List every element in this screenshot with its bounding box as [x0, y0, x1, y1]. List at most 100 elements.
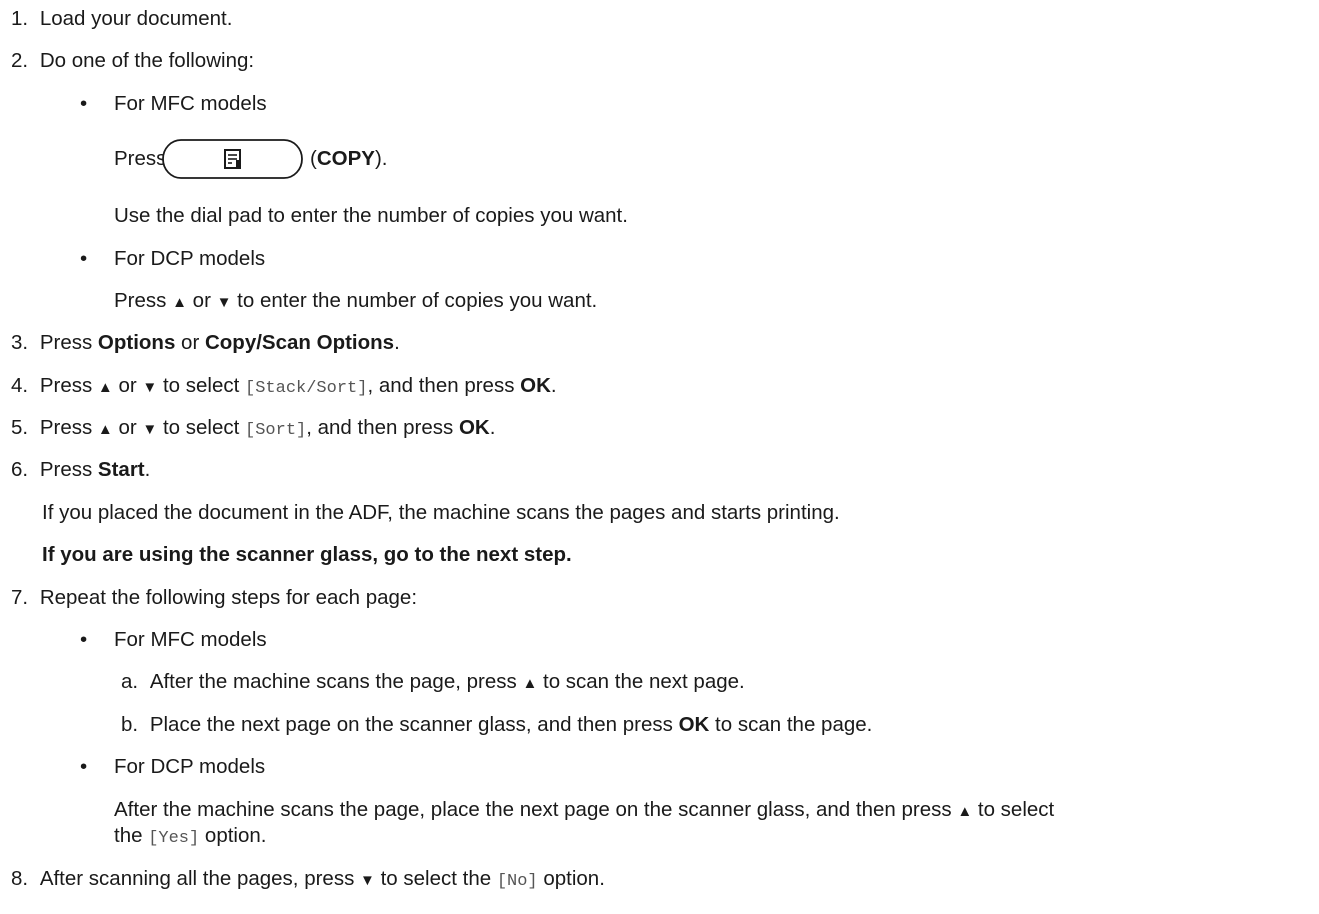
- step-text: Do one of the following:: [39, 49, 255, 72]
- press-text: Press: [39, 416, 98, 439]
- step-number: 5.: [11, 416, 29, 439]
- scanner-glass-bold: If you are using the scanner glass, go t…: [42, 543, 572, 566]
- copy-bold: COPY: [316, 147, 375, 170]
- period: .: [550, 374, 557, 397]
- dcp-heading: For DCP models: [114, 247, 266, 270]
- ok-bold: OK: [458, 416, 490, 439]
- to-select-text: to select the: [374, 867, 497, 890]
- step-7: 7. Repeat the following steps for each p…: [11, 586, 417, 610]
- copy-document-icon: [224, 149, 241, 169]
- dcp-line-1-post: to select: [972, 798, 1055, 821]
- step-8-pre: After scanning all the pages, press: [39, 867, 361, 890]
- up-arrow-icon: ▲: [522, 675, 538, 692]
- down-arrow-icon: ▼: [360, 872, 375, 889]
- copy-label: (COPY).: [310, 147, 387, 171]
- copy-scan-options-bold: Copy/Scan Options: [204, 331, 395, 354]
- step-1: 1. Load your document.: [11, 7, 232, 31]
- step-text: Repeat the following steps for each page…: [39, 586, 418, 609]
- rest-text: to enter the number of copies you want.: [231, 289, 598, 312]
- adf-text: If you placed the document in the ADF, t…: [42, 501, 840, 524]
- or-text: or: [112, 416, 143, 439]
- substep-b-pre: Place the next page on the scanner glass…: [149, 713, 679, 736]
- or-text: or: [186, 289, 217, 312]
- substep-a-pre: After the machine scans the page, press: [149, 670, 523, 693]
- paren-open: (: [310, 147, 317, 170]
- mfc-bullet-item: •: [80, 92, 87, 116]
- start-bold: Start: [97, 458, 145, 481]
- step-number: 4.: [11, 374, 29, 397]
- or-text: or: [112, 374, 143, 397]
- substep-letter: b.: [121, 713, 139, 736]
- substep-a: a. After the machine scans the page, pre…: [121, 670, 745, 696]
- options-bold: Options: [97, 331, 176, 354]
- substep-b-post: to scan the page.: [709, 713, 873, 736]
- lcd-option-yes: [Yes]: [148, 829, 200, 848]
- step-number: 3.: [11, 331, 29, 354]
- lcd-option-stack-sort: [Stack/Sort]: [245, 379, 368, 398]
- step-text: Press ▲ or ▼ to select [Stack/Sort], and…: [39, 374, 557, 398]
- substep-a-post: to scan the next page.: [537, 670, 745, 693]
- dcp-bullet-item-2: •: [80, 755, 87, 779]
- bullet: •: [80, 247, 88, 270]
- substep-text: Place the next page on the scanner glass…: [150, 713, 873, 736]
- step-4: 4. Press ▲ or ▼ to select [Stack/Sort], …: [11, 374, 557, 401]
- ok-bold: OK: [678, 713, 710, 736]
- press-text: Press: [39, 458, 98, 481]
- step-2: 2. Do one of the following:: [11, 49, 254, 73]
- step-number: 8.: [11, 867, 29, 890]
- step-number: 1.: [11, 7, 29, 30]
- dcp-line-1-pre: After the machine scans the page, place …: [114, 798, 958, 821]
- step-6: 6. Press Start.: [11, 458, 150, 482]
- dcp-line-2: the [Yes] option.: [114, 824, 266, 851]
- step-number: 2.: [11, 49, 29, 72]
- mfc-heading-2: For MFC models: [114, 628, 267, 651]
- step-text: After scanning all the pages, press ▼ to…: [39, 867, 605, 891]
- lcd-option-no: [No]: [496, 872, 538, 891]
- paren-close: ).: [374, 147, 388, 170]
- period: .: [144, 458, 151, 481]
- or-text: or: [175, 331, 205, 354]
- dcp-line-2-post: option.: [199, 824, 267, 847]
- lcd-option-sort: [Sort]: [245, 421, 307, 440]
- step-text: Press ▲ or ▼ to select [Sort], and then …: [39, 416, 496, 440]
- copy-button[interactable]: [114, 138, 325, 180]
- step-5: 5. Press ▲ or ▼ to select [Sort], and th…: [11, 416, 495, 443]
- dcp-line-1: After the machine scans the page, place …: [114, 798, 1054, 824]
- substep-text: After the machine scans the page, press …: [150, 670, 745, 693]
- bullet: •: [80, 92, 88, 115]
- step-8: 8. After scanning all the pages, press ▼…: [11, 867, 605, 894]
- mfc-heading: For MFC models: [114, 92, 267, 115]
- then-text: , and then press: [367, 374, 521, 397]
- down-arrow-icon: ▼: [216, 294, 232, 311]
- up-arrow-icon: ▲: [97, 421, 113, 438]
- press-text: Press: [39, 331, 98, 354]
- down-arrow-icon: ▼: [142, 379, 158, 396]
- copy-button-shape: [162, 139, 303, 179]
- up-arrow-icon: ▲: [957, 803, 973, 820]
- dcp-press-line: Press ▲ or ▼ to enter the number of copi…: [114, 289, 597, 315]
- dcp-line-2-pre: the: [114, 824, 149, 847]
- substep-letter: a.: [121, 670, 139, 693]
- up-arrow-icon: ▲: [172, 294, 187, 311]
- step-text: Press Start.: [40, 458, 151, 481]
- dial-pad-text: Use the dial pad to enter the number of …: [114, 204, 628, 227]
- mfc-bullet-item-2: •: [80, 628, 87, 652]
- period: .: [394, 331, 400, 354]
- bullet: •: [80, 755, 88, 778]
- step-8-post: option.: [537, 867, 605, 890]
- to-select-text: to select: [157, 416, 246, 439]
- step-3: 3. Press Options or Copy/Scan Options.: [11, 331, 400, 355]
- scanner-glass-note: If you are using the scanner glass, go t…: [42, 543, 572, 567]
- to-select-text: to select: [157, 374, 246, 397]
- press-text: Press: [39, 374, 98, 397]
- down-arrow-icon: ▼: [142, 421, 158, 438]
- dcp-bullet-item: •: [80, 247, 87, 271]
- step-text: Press Options or Copy/Scan Options.: [40, 331, 400, 354]
- bullet: •: [80, 628, 88, 651]
- substep-b: b. Place the next page on the scanner gl…: [121, 713, 872, 737]
- ok-bold: OK: [520, 374, 551, 397]
- then-text: , and then press: [306, 416, 459, 439]
- up-arrow-icon: ▲: [97, 379, 113, 396]
- period: .: [489, 416, 496, 439]
- step-number: 7.: [11, 586, 29, 609]
